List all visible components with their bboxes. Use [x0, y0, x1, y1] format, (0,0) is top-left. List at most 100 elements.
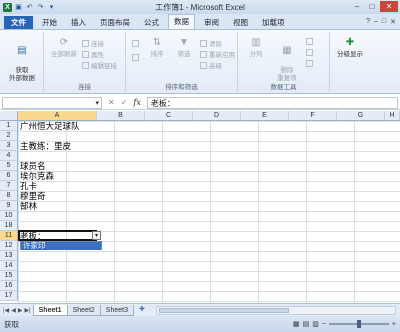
cell-a6[interactable]: 埃尔克森 [20, 171, 54, 181]
sheet-tab-sheet1[interactable]: Sheet1 [32, 304, 68, 316]
column-header-a[interactable]: A [18, 111, 97, 121]
consolidate-button[interactable] [306, 49, 313, 56]
select-all-corner[interactable] [0, 111, 18, 121]
tab-view[interactable]: 视图 [228, 16, 253, 29]
tab-data[interactable]: 数据 [168, 14, 195, 29]
insert-function-icon[interactable]: fx [133, 98, 140, 107]
zoom-slider[interactable] [328, 320, 389, 328]
row-header[interactable]: 6 [0, 171, 18, 181]
what-if-button[interactable] [306, 60, 313, 67]
cell-a5[interactable]: 球员名 [20, 161, 46, 171]
group-connections: ⟳ 全部刷新 连接 属性 编辑链接 连接 [44, 32, 126, 92]
zoom-in-icon[interactable]: + [392, 321, 396, 328]
column-header-f[interactable]: F [289, 111, 337, 121]
enter-icon[interactable]: ✓ [121, 98, 128, 107]
name-box-dropdown-icon[interactable]: ▾ [95, 99, 99, 107]
cell-a7[interactable]: 孔卡 [20, 181, 37, 191]
properties-button[interactable]: 属性 [82, 49, 104, 59]
row-header[interactable]: 17 [0, 291, 18, 301]
row-header[interactable]: 14 [0, 261, 18, 271]
zoom-out-icon[interactable]: − [322, 321, 326, 328]
row-header[interactable]: 13 [0, 251, 18, 261]
restore-icon[interactable]: □ [365, 1, 379, 12]
autocomplete-option[interactable]: 许家印 [21, 242, 101, 250]
column-header-h[interactable]: H [385, 111, 400, 121]
cell-a1[interactable]: 广州恒大足球队 [20, 121, 80, 131]
tab-formulas[interactable]: 公式 [139, 16, 164, 29]
column-header-d[interactable]: D [193, 111, 241, 121]
tab-review[interactable]: 审阅 [199, 16, 224, 29]
formula-bar: ▾ ✕ ✓ fx 老板： [0, 96, 400, 110]
horizontal-scrollbar[interactable] [155, 305, 396, 315]
cell-a3[interactable]: 主教练：里皮 [20, 141, 71, 151]
workbook-minimize-icon[interactable]: – [374, 18, 378, 26]
column-header-b[interactable]: B [97, 111, 145, 121]
get-external-data-button[interactable]: ▤ 获取 外部数据 [4, 36, 40, 83]
cell-area[interactable] [18, 121, 400, 303]
cell-a11[interactable]: 老板： [20, 231, 46, 241]
row-header[interactable]: 15 [0, 271, 18, 281]
text-to-columns-button[interactable]: ▥ 分列 [244, 36, 268, 59]
help-icon[interactable]: ? [366, 18, 370, 26]
refresh-all-button[interactable]: ⟳ 全部刷新 [48, 36, 80, 59]
row-header[interactable]: 18 [0, 221, 18, 231]
normal-view-icon[interactable]: ▦ [293, 320, 300, 328]
scroll-thumb[interactable] [158, 307, 289, 313]
autocomplete-dropdown-icon[interactable]: ▾ [92, 231, 101, 240]
row-header[interactable]: 12 [0, 241, 18, 251]
sheet-tab-sheet2[interactable]: Sheet2 [66, 304, 101, 316]
advanced-button[interactable]: 高级 [200, 60, 222, 70]
sort-az-button[interactable] [132, 40, 139, 47]
first-sheet-icon[interactable]: |◀ [3, 307, 9, 314]
minimize-icon[interactable]: – [350, 1, 364, 12]
page-layout-view-icon[interactable]: ▤ [303, 320, 310, 328]
cell-a9[interactable]: 郜林 [20, 201, 37, 211]
column-header-e[interactable]: E [241, 111, 289, 121]
column-header-g[interactable]: G [337, 111, 385, 121]
tab-addins[interactable]: 加载项 [257, 16, 290, 29]
close-icon[interactable]: ✕ [380, 1, 398, 12]
row-header[interactable]: 4 [0, 151, 18, 161]
tab-insert[interactable]: 插入 [66, 16, 91, 29]
zoom-slider-knob[interactable] [356, 320, 361, 328]
next-sheet-icon[interactable]: ▶ [18, 307, 23, 314]
clear-button[interactable]: 清除 [200, 38, 222, 48]
workbook-close-icon[interactable]: ✕ [390, 18, 396, 26]
tab-page-layout[interactable]: 页面布局 [95, 16, 135, 29]
name-box[interactable]: ▾ [2, 96, 102, 109]
connections-icon [82, 39, 89, 47]
filter-button[interactable]: ▼ 筛选 [172, 36, 196, 59]
sheet-tab-sheet3[interactable]: Sheet3 [99, 304, 134, 316]
tab-file[interactable]: 文件 [4, 16, 33, 29]
row-header[interactable]: 16 [0, 281, 18, 291]
edit-links-button[interactable]: 编辑链接 [82, 60, 117, 70]
connections-button[interactable]: 连接 [82, 38, 104, 48]
column-header-c[interactable]: C [145, 111, 193, 121]
sort-za-button[interactable] [132, 54, 139, 61]
insert-sheet-icon[interactable]: ✚ [136, 305, 148, 315]
row-header[interactable]: 5 [0, 161, 18, 171]
formula-input[interactable]: 老板： [146, 96, 398, 109]
row-header[interactable]: 2 [0, 131, 18, 141]
prev-sheet-icon[interactable]: ◀ [11, 307, 16, 314]
remove-duplicates-button[interactable]: ▦ 删除 重复项 [272, 36, 302, 83]
page-break-view-icon[interactable]: ▥ [312, 320, 319, 328]
row-header[interactable]: 1 [0, 121, 18, 131]
reapply-button[interactable]: 重新应用 [200, 49, 235, 59]
row-header[interactable]: 9 [0, 201, 18, 211]
last-sheet-icon[interactable]: ▶| [24, 307, 30, 314]
row-header[interactable]: 8 [0, 191, 18, 201]
cell-a8[interactable]: 穆里奇 [20, 191, 46, 201]
cancel-icon[interactable]: ✕ [108, 98, 115, 107]
row-header[interactable]: 11 [0, 231, 18, 241]
tab-home[interactable]: 开始 [37, 16, 62, 29]
data-validation-button[interactable] [306, 38, 313, 45]
window-controls: – □ ✕ [350, 1, 398, 12]
sort-button[interactable]: ⇅ 排序 [146, 36, 168, 59]
workbook-restore-icon[interactable]: □ [382, 18, 386, 26]
outline-icon: ✚ [345, 37, 355, 48]
row-header[interactable]: 7 [0, 181, 18, 191]
row-header[interactable]: 10 [0, 211, 18, 221]
outline-button[interactable]: ✚ 分级显示 [332, 36, 368, 59]
row-header[interactable]: 3 [0, 141, 18, 151]
